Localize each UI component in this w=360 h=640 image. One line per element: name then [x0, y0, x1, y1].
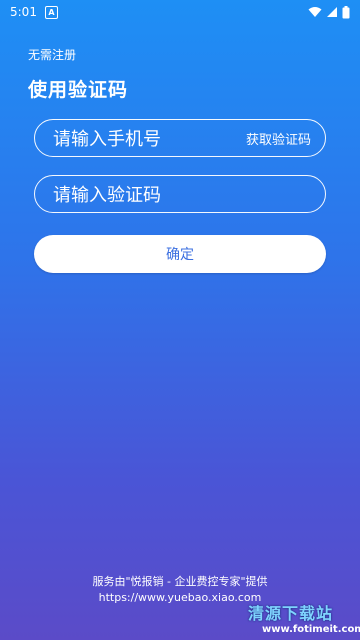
skip-registration-link[interactable]: 无需注册	[28, 46, 76, 63]
get-code-button[interactable]: 获取验证码	[246, 129, 311, 148]
watermark-url: www.fotimeit.com	[262, 624, 360, 635]
login-screen: 5:01 A 无需注册 使用验证码 请输入手机号 获取验证码 请输入验证码 确定…	[0, 0, 360, 640]
page-title: 使用验证码	[28, 79, 129, 101]
footer-service-text: 服务由"悦报销 - 企业费控专家"提供	[92, 575, 268, 588]
status-bar: 5:01 A	[0, 0, 360, 24]
watermark-logo: 清源下载站 www.fotimeit.com	[248, 600, 360, 638]
code-input[interactable]: 请输入验证码	[34, 175, 326, 213]
confirm-button[interactable]: 确定	[34, 235, 326, 273]
notification-badge-icon: A	[44, 5, 58, 19]
status-icons	[308, 5, 350, 19]
watermark-title: 清源下载站	[248, 604, 334, 623]
phone-input[interactable]: 请输入手机号 获取验证码	[34, 119, 326, 157]
wifi-icon	[308, 7, 322, 17]
battery-icon	[342, 5, 350, 18]
signal-icon	[327, 7, 337, 17]
code-input-placeholder: 请输入验证码	[53, 185, 161, 206]
status-time: 5:01	[10, 5, 37, 19]
phone-input-placeholder: 请输入手机号	[53, 129, 161, 150]
